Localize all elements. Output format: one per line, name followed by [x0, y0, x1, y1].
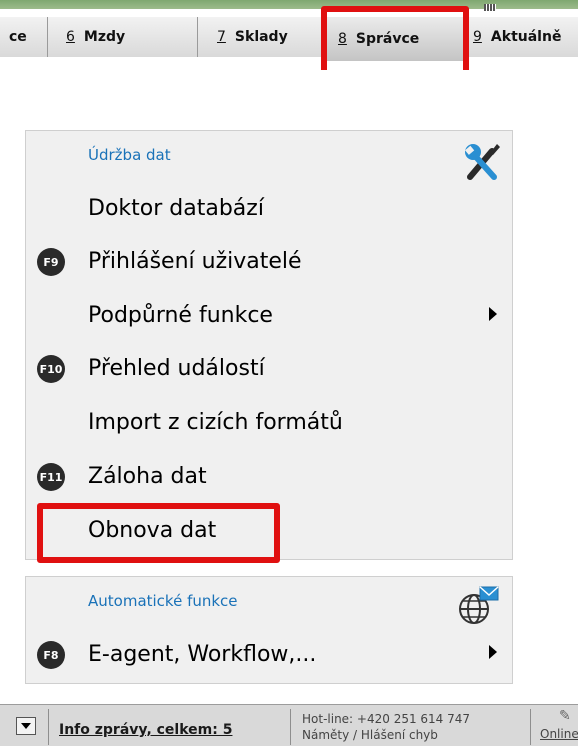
- hotline-text: Hot-line: +420 251 614 747: [302, 712, 471, 726]
- status-bar: Info zprávy, celkem: 5 Hot-line: +420 25…: [0, 704, 578, 746]
- tab-label: Aktuálně: [490, 29, 562, 45]
- module-tabbar: ce 6 Mzdy 7 Sklady 8 Správce 9 Aktuálně: [0, 0, 578, 76]
- panel-title: Údržba dat: [88, 146, 171, 164]
- hotline-info: Hot-line: +420 251 614 747 Náměty / Hláš…: [302, 711, 470, 743]
- menu-item-prihlaseni-uzivatele[interactable]: Přihlášení uživatelé: [88, 249, 302, 274]
- tab-number: 9: [473, 29, 482, 45]
- pen-icon: ✎: [559, 708, 571, 724]
- menu-item-e-agent-workflow[interactable]: E-agent, Workflow,...: [88, 642, 316, 667]
- obnova-highlight-box: [37, 503, 280, 563]
- globe-mail-icon: [459, 586, 499, 624]
- menu-item-import-z-cizich-formatu[interactable]: Import z cizích formátů: [88, 410, 343, 435]
- wrench-screwdriver-icon: [465, 144, 500, 180]
- tab-sklady[interactable]: 7 Sklady: [198, 17, 325, 57]
- f8-key-icon: F8: [37, 641, 65, 669]
- panel-title: Automatické funkce: [88, 592, 238, 610]
- menu-item-prehled-udalosti[interactable]: Přehled událostí: [88, 356, 265, 381]
- info-messages-link[interactable]: Info zprávy, celkem: 5: [59, 722, 232, 738]
- menu-item-podpurne-funkce[interactable]: Podpůrné funkce: [88, 303, 273, 328]
- divider: [290, 709, 291, 745]
- tab-highlight-box: [321, 6, 469, 76]
- feedback-link[interactable]: Náměty / Hlášení chyb: [302, 727, 470, 743]
- menu-item-doktor-databazi[interactable]: Doktor databází: [88, 196, 264, 221]
- tab-label: Sklady: [234, 29, 288, 45]
- dropdown-button[interactable]: [16, 717, 36, 735]
- f10-key-icon: F10: [37, 355, 65, 383]
- tab-mzdy[interactable]: 6 Mzdy: [48, 17, 198, 57]
- tab-number: 7: [217, 29, 226, 45]
- grid-icon: [484, 4, 496, 11]
- tab-label: Mzdy: [83, 29, 126, 45]
- tab-number: 6: [66, 29, 75, 45]
- tab-aktualne[interactable]: 9 Aktuálně: [465, 17, 578, 57]
- f11-key-icon: F11: [37, 463, 65, 491]
- f9-key-icon: F9: [37, 248, 65, 276]
- menu-item-zaloha-dat[interactable]: Záloha dat: [88, 464, 207, 489]
- tab-partial[interactable]: ce: [0, 17, 48, 57]
- tab-label: ce: [9, 29, 27, 45]
- online-link[interactable]: Online: [540, 727, 578, 741]
- divider: [530, 709, 531, 745]
- maintenance-panel: Údržba dat Doktor databází F9 Přihlášení…: [25, 130, 513, 560]
- automatic-panel: Automatické funkce F8 E-agent, Workflow,…: [25, 576, 513, 684]
- divider: [48, 709, 49, 745]
- submenu-arrow-icon[interactable]: [489, 645, 497, 659]
- submenu-arrow-icon[interactable]: [489, 307, 497, 321]
